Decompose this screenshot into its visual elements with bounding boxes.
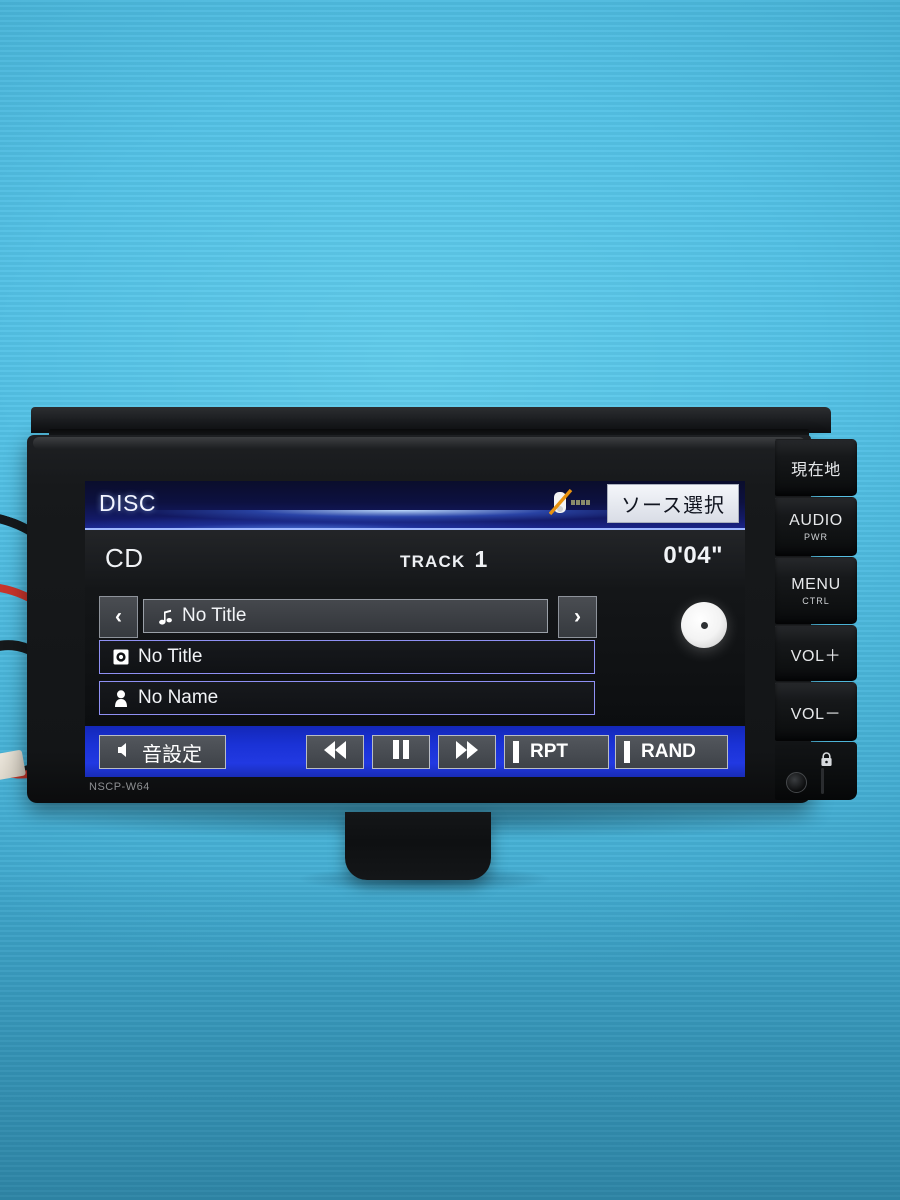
media-type-label: CD xyxy=(105,543,144,573)
disc-icon xyxy=(110,649,132,665)
current-location-button[interactable]: 現在地 xyxy=(775,439,857,496)
fast-forward-button[interactable] xyxy=(438,735,496,769)
audio-label: AUDIO xyxy=(789,512,843,529)
source-select-button[interactable]: ソース選択 xyxy=(607,484,739,523)
pause-icon xyxy=(392,740,410,764)
faceplate: DISC ソース選択 CD TRACK 1 0'04" ‹ › No Title… xyxy=(27,435,811,803)
track-title-value: No Title xyxy=(182,605,247,626)
volume-up-label: VOL＋ xyxy=(790,647,842,665)
aux-jack-icon[interactable] xyxy=(786,772,807,793)
faceplate-footer-panel xyxy=(775,742,857,800)
sound-settings-button[interactable]: 音設定 xyxy=(99,735,226,769)
audio-sub-label: PWR xyxy=(804,532,828,542)
model-number-label: NSCP-W64 xyxy=(89,781,150,793)
hardware-button-column: 現在地 AUDIO PWR MENU CTRL VOL＋ VOL－ xyxy=(775,435,857,803)
sound-settings-label: 音設定 xyxy=(142,743,202,766)
track-number-value: 1 xyxy=(474,546,488,572)
audio-power-button[interactable]: AUDIO PWR xyxy=(775,497,857,556)
repeat-button[interactable]: RPT xyxy=(504,735,609,769)
elapsed-time-value: 0'04" xyxy=(663,542,723,569)
faceplate-highlight xyxy=(33,437,805,449)
screen-title-bar: DISC ソース選択 xyxy=(85,481,745,544)
lcd-screen[interactable]: DISC ソース選択 CD TRACK 1 0'04" ‹ › No Title… xyxy=(85,481,745,777)
repeat-label: RPT xyxy=(530,741,568,762)
rewind-button[interactable] xyxy=(306,735,364,769)
transport-control-bar: 音設定 RPT RAND xyxy=(85,726,745,777)
rewind-icon xyxy=(324,740,346,764)
random-label: RAND xyxy=(641,741,696,762)
next-track-button[interactable]: › xyxy=(558,596,597,638)
wire-connector xyxy=(0,749,27,781)
source-name-label: DISC xyxy=(99,490,156,516)
playback-info-row: CD TRACK 1 0'04" xyxy=(85,530,745,590)
repeat-state-indicator xyxy=(513,741,519,763)
cd-disc-icon xyxy=(681,602,727,648)
speaker-icon xyxy=(117,741,134,764)
volume-up-button[interactable]: VOL＋ xyxy=(775,625,857,681)
artist-name-field[interactable]: No Name xyxy=(99,681,595,715)
phone-muted-icon xyxy=(549,488,595,518)
current-location-label: 現在地 xyxy=(791,462,841,479)
car-audio-head-unit: DISC ソース選択 CD TRACK 1 0'04" ‹ › No Title… xyxy=(27,407,857,815)
track-word-label: TRACK xyxy=(400,552,466,571)
metadata-area: ‹ › No Title No Title No Name xyxy=(85,590,745,726)
photograph-canvas: DISC ソース選択 CD TRACK 1 0'04" ‹ › No Title… xyxy=(0,0,900,1200)
track-title-field[interactable]: No Title xyxy=(143,599,548,633)
faceplate-release-seam xyxy=(821,768,824,794)
random-button[interactable]: RAND xyxy=(615,735,728,769)
volume-down-button[interactable]: VOL－ xyxy=(775,682,857,741)
lock-icon xyxy=(820,752,833,767)
volume-down-label: VOL－ xyxy=(790,706,842,723)
person-icon xyxy=(110,689,132,707)
random-state-indicator xyxy=(624,741,630,763)
menu-sub-label: CTRL xyxy=(802,596,830,606)
track-indicator: TRACK 1 xyxy=(400,546,487,573)
music-note-icon xyxy=(154,608,176,625)
menu-ctrl-button[interactable]: MENU CTRL xyxy=(775,557,857,624)
menu-label: MENU xyxy=(791,576,841,593)
album-title-field[interactable]: No Title xyxy=(99,640,595,674)
pause-button[interactable] xyxy=(372,735,430,769)
album-title-value: No Title xyxy=(138,646,203,667)
display-stand xyxy=(345,812,491,880)
artist-name-value: No Name xyxy=(138,687,219,708)
fast-forward-icon xyxy=(456,740,478,764)
previous-track-button[interactable]: ‹ xyxy=(99,596,138,638)
